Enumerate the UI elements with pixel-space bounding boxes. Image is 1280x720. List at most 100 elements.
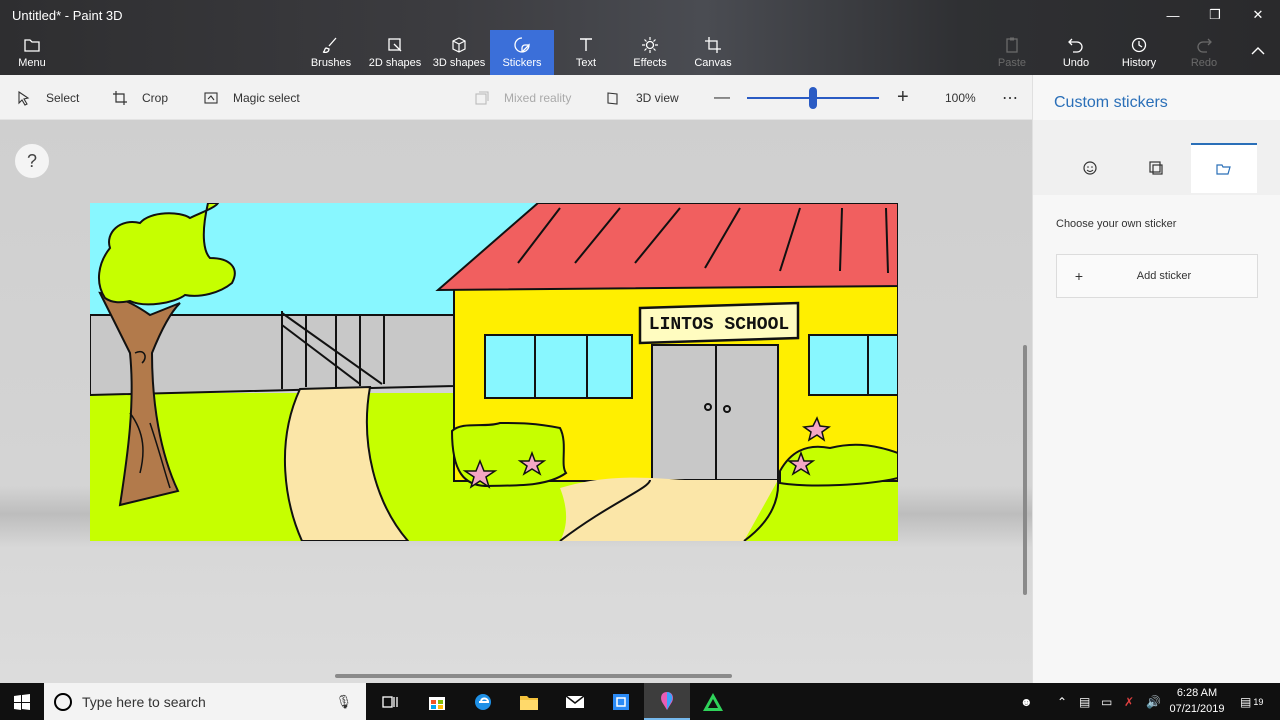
mixed-reality-label: Mixed reality bbox=[504, 90, 572, 105]
undo-icon bbox=[1068, 38, 1083, 53]
3d-shapes-button[interactable]: 3D shapes bbox=[430, 30, 488, 75]
add-sticker-button[interactable]: + Add sticker bbox=[1056, 254, 1258, 298]
horizontal-scrollbar[interactable] bbox=[335, 674, 732, 678]
tab-stickers[interactable] bbox=[1057, 143, 1123, 193]
paint3d-icon bbox=[661, 691, 673, 710]
plus-icon: + bbox=[1074, 268, 1084, 284]
redo-button[interactable]: Redo bbox=[1184, 30, 1224, 75]
stickers-label: Stickers bbox=[502, 57, 542, 69]
window-left bbox=[484, 334, 633, 399]
snip-button[interactable] bbox=[598, 683, 644, 720]
task-view-button[interactable] bbox=[367, 683, 413, 720]
mail-button[interactable] bbox=[552, 683, 598, 720]
people-icon[interactable]: ☻ bbox=[1020, 683, 1033, 720]
undo-button[interactable]: Undo bbox=[1056, 30, 1096, 75]
door-walkway bbox=[560, 477, 778, 541]
brushes-label: Brushes bbox=[310, 57, 352, 69]
zoom-out-button[interactable]: — bbox=[714, 75, 730, 120]
history-clock-icon bbox=[1131, 37, 1147, 53]
select-tool[interactable]: Select bbox=[16, 75, 79, 120]
notification-center-button[interactable]: ▤ 19 bbox=[1240, 683, 1263, 720]
canvas-label: Canvas bbox=[694, 57, 732, 69]
crop-label: Crop bbox=[142, 90, 169, 105]
close-button[interactable]: ✕ bbox=[1243, 4, 1273, 26]
panel-description: Choose your own sticker bbox=[1056, 218, 1177, 230]
show-hidden-icons-button[interactable]: ⌃ bbox=[1057, 683, 1067, 720]
windows-logo-icon bbox=[14, 693, 30, 710]
tab-textures[interactable] bbox=[1123, 143, 1189, 193]
mixed-reality-tool[interactable]: Mixed reality bbox=[474, 75, 571, 120]
zoom-in-button[interactable]: + bbox=[897, 75, 909, 120]
microphone-icon[interactable]: 🎙 bbox=[335, 694, 352, 710]
zoom-slider-thumb[interactable] bbox=[809, 87, 817, 109]
sticker-icon bbox=[514, 37, 530, 53]
tab-custom[interactable] bbox=[1191, 143, 1257, 193]
sticker-face-icon bbox=[1083, 161, 1097, 175]
brushes-button[interactable]: Brushes bbox=[306, 30, 356, 75]
folder-icon bbox=[24, 39, 40, 52]
restore-button[interactable]: ❒ bbox=[1200, 4, 1230, 26]
taskbar-search[interactable]: Type here to search 🎙 bbox=[44, 683, 366, 720]
mail-icon bbox=[565, 694, 585, 708]
minimize-button[interactable]: — bbox=[1158, 4, 1188, 26]
bush-left bbox=[450, 421, 568, 488]
file-explorer-icon bbox=[520, 695, 538, 710]
redo-icon bbox=[1197, 38, 1212, 53]
edge-icon bbox=[475, 693, 491, 710]
stickers-button[interactable]: Stickers bbox=[490, 30, 554, 75]
clock-date: 07/21/2019 bbox=[1169, 703, 1225, 715]
text-button[interactable]: Text bbox=[566, 30, 606, 75]
crop-tool[interactable]: Crop bbox=[112, 75, 168, 120]
battery-icon[interactable]: ▭ bbox=[1101, 683, 1112, 720]
mixed-reality-icon bbox=[475, 90, 489, 105]
start-button[interactable] bbox=[0, 683, 44, 720]
notification-count: 19 bbox=[1253, 696, 1264, 707]
brush-icon bbox=[322, 37, 337, 54]
sun-icon bbox=[642, 37, 658, 53]
3d-view-toggle[interactable]: 3D view bbox=[606, 75, 679, 120]
undo-label: Undo bbox=[1062, 57, 1090, 69]
3d-view-label: 3D view bbox=[636, 90, 679, 105]
paint3d-taskbar-button[interactable] bbox=[644, 683, 690, 720]
menu-button[interactable]: Menu bbox=[10, 30, 54, 75]
volume-icon[interactable]: 🔊 bbox=[1146, 683, 1161, 720]
more-options-button[interactable]: ⋯ bbox=[1002, 75, 1019, 120]
text-label: Text bbox=[575, 57, 597, 69]
history-label: History bbox=[1121, 57, 1157, 69]
collapse-ribbon-button[interactable] bbox=[1244, 30, 1272, 75]
app-button[interactable] bbox=[690, 683, 736, 720]
network-icon[interactable]: ▤ bbox=[1079, 683, 1090, 720]
menu-label: Menu bbox=[18, 57, 46, 69]
clipboard-icon bbox=[1006, 37, 1018, 53]
magic-select-tool[interactable]: Magic select bbox=[203, 75, 300, 120]
cursor-icon bbox=[18, 90, 30, 106]
clock[interactable]: 6:28 AM 07/21/2019 bbox=[1168, 685, 1226, 717]
title-ribbon-bar: Untitled* - Paint 3D — ❒ ✕ Menu Brushes … bbox=[0, 0, 1280, 75]
2d-shapes-label: 2D shapes bbox=[368, 57, 422, 69]
paste-button[interactable]: Paste bbox=[992, 30, 1032, 75]
snip-icon bbox=[613, 693, 629, 710]
folder-open-icon bbox=[1216, 164, 1231, 175]
drawing-canvas[interactable]: LINTOS SCHOOL bbox=[90, 203, 898, 541]
panel-title: Custom stickers bbox=[1054, 94, 1168, 111]
custom-stickers-panel: Custom stickers Choose your own sticker … bbox=[1032, 75, 1280, 683]
effects-button[interactable]: Effects bbox=[628, 30, 672, 75]
canvas-button[interactable]: Canvas bbox=[692, 30, 734, 75]
wifi-off-icon[interactable]: ✗ bbox=[1124, 683, 1134, 720]
file-explorer-button[interactable] bbox=[506, 683, 552, 720]
clock-time: 6:28 AM bbox=[1176, 687, 1218, 699]
history-button[interactable]: History bbox=[1116, 30, 1162, 75]
zoom-level: 100% bbox=[945, 90, 976, 105]
windows-taskbar: Type here to search 🎙 ☻ ⌃ ▤ ▭ ✗ 🔊 6:28 A… bbox=[0, 683, 1280, 720]
store-button[interactable] bbox=[414, 683, 460, 720]
edge-button[interactable] bbox=[460, 683, 506, 720]
3d-cube-icon bbox=[452, 37, 466, 53]
task-view-icon bbox=[382, 695, 398, 708]
text-icon bbox=[580, 38, 592, 51]
2d-shapes-button[interactable]: 2D shapes bbox=[366, 30, 424, 75]
magic-select-icon bbox=[204, 91, 218, 104]
help-button[interactable]: ? bbox=[14, 143, 50, 179]
vertical-scrollbar[interactable] bbox=[1023, 345, 1027, 595]
add-sticker-label: Add sticker bbox=[1136, 270, 1192, 282]
magic-select-label: Magic select bbox=[233, 90, 300, 105]
